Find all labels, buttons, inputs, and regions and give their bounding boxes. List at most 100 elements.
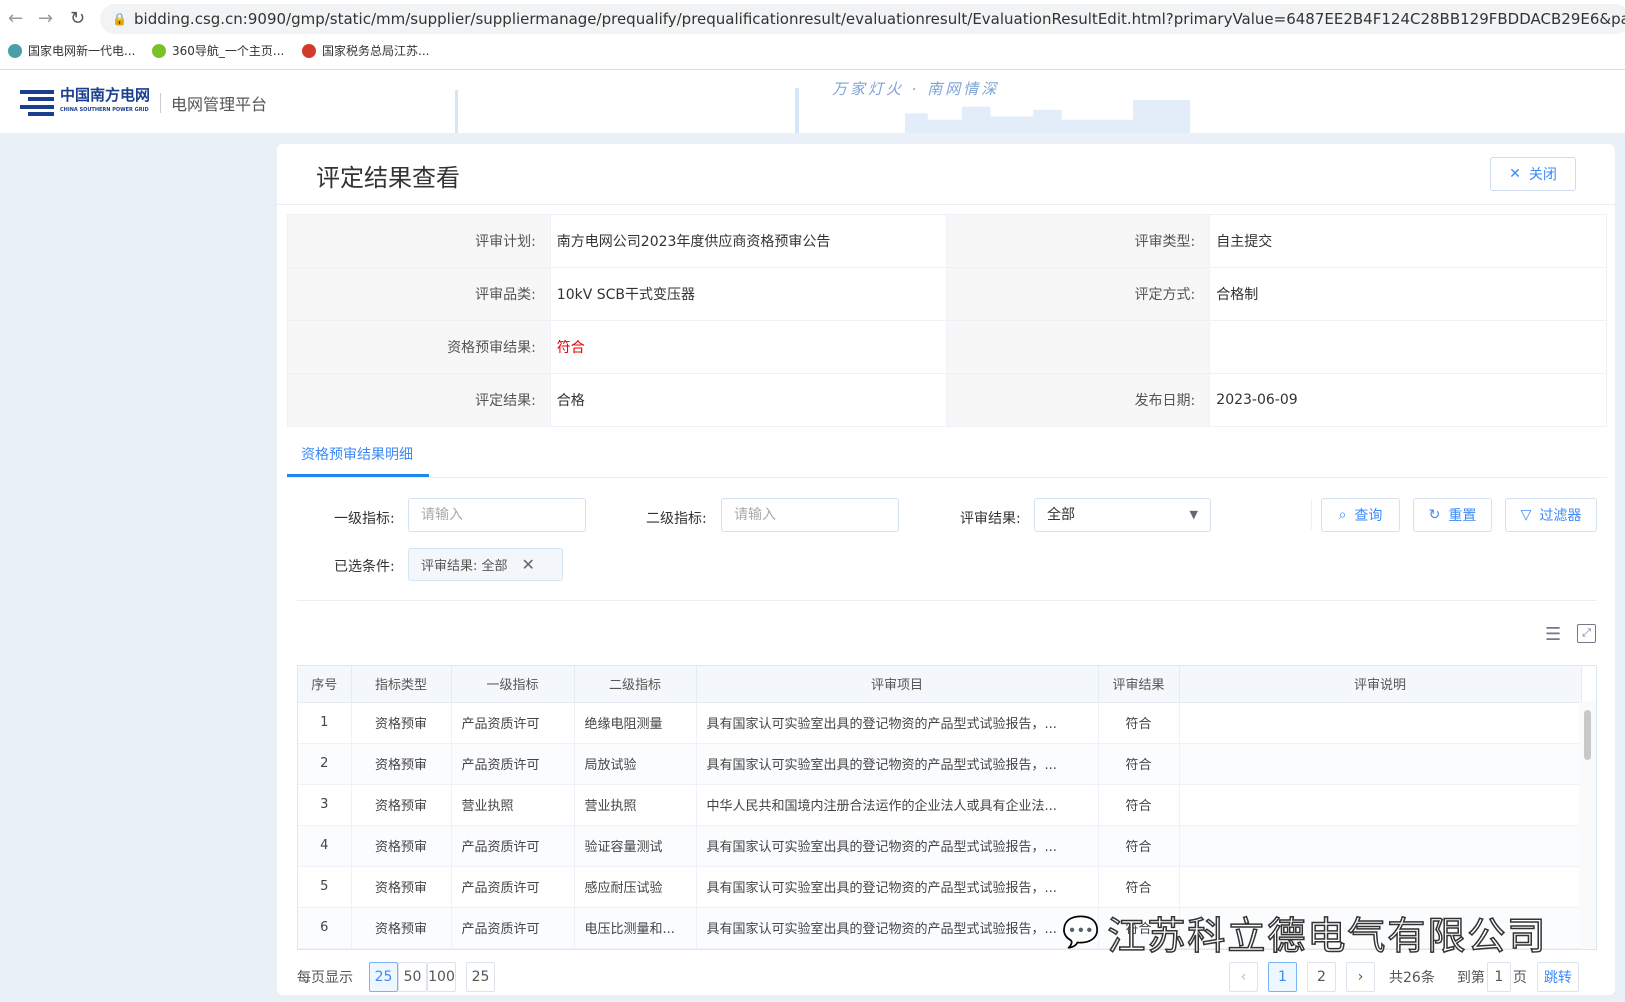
label: 评定结果: bbox=[288, 374, 551, 427]
slogan: 万家灯火 · 南网情深 bbox=[832, 78, 999, 99]
table-cell: 具有国家认可实验室出具的登记物资的产品型式试验报告，... bbox=[696, 866, 1098, 907]
table-row[interactable]: 4资格预审产品资质许可验证容量测试具有国家认可实验室出具的登记物资的产品型式试验… bbox=[298, 825, 1581, 866]
level2-input[interactable]: 请输入 bbox=[721, 498, 899, 532]
level2-label: 二级指标: bbox=[646, 508, 707, 528]
address-bar[interactable]: 🔒 bidding.csg.cn:9090/gmp/static/mm/suppl… bbox=[100, 4, 1625, 34]
table-cell: 营业执照 bbox=[574, 784, 696, 825]
table-cell: 营业执照 bbox=[451, 784, 574, 825]
refresh-icon: ↻ bbox=[1429, 507, 1441, 523]
emblem-icon bbox=[302, 44, 316, 58]
table-cell: 具有国家认可实验室出具的登记物资的产品型式试验报告，... bbox=[696, 907, 1098, 948]
page-unit: 页 bbox=[1513, 967, 1527, 987]
tab-prequal-detail[interactable]: 资格预审结果明细 bbox=[287, 440, 429, 477]
page-size-100[interactable]: 100 bbox=[427, 962, 456, 992]
col-header[interactable]: 二级指标 bbox=[574, 666, 696, 702]
table-cell: 电压比测量和... bbox=[574, 907, 696, 948]
col-header[interactable]: 指标类型 bbox=[351, 666, 451, 702]
table-cell bbox=[1179, 784, 1581, 825]
info-table: 评审计划:南方电网公司2023年度供应商资格预审公告评审类型:自主提交 评审品类… bbox=[287, 214, 1607, 427]
csg-logo-icon bbox=[20, 90, 54, 116]
col-header[interactable]: 评审结果 bbox=[1098, 666, 1179, 702]
page-2-button[interactable]: 2 bbox=[1307, 962, 1336, 992]
table-row[interactable]: 1资格预审产品资质许可绝缘电阻测量具有国家认可实验室出具的登记物资的产品型式试验… bbox=[298, 702, 1581, 743]
result-select[interactable]: 全部▼ bbox=[1034, 498, 1211, 532]
value bbox=[1210, 321, 1607, 374]
table-cell: 资格预审 bbox=[351, 866, 451, 907]
bookmark-3[interactable]: 国家税务总局江苏... bbox=[302, 42, 429, 59]
table-cell: 中华人民共和国境内注册合法运作的企业法人或具有企业法... bbox=[696, 784, 1098, 825]
label: 评定方式: bbox=[947, 268, 1210, 321]
query-label: 查询 bbox=[1354, 505, 1382, 525]
column-settings-icon[interactable]: ☰ bbox=[1545, 624, 1561, 645]
level1-label: 一级指标: bbox=[334, 508, 395, 528]
label: 评审类型: bbox=[947, 215, 1210, 268]
close-button[interactable]: ✕关闭 bbox=[1490, 157, 1576, 191]
forward-icon[interactable]: → bbox=[38, 8, 53, 29]
info-row: 评审品类:10kV SCB干式变压器评定方式:合格制 bbox=[288, 268, 1607, 321]
table-row[interactable]: 5资格预审产品资质许可感应耐压试验具有国家认可实验室出具的登记物资的产品型式试验… bbox=[298, 866, 1581, 907]
reset-button[interactable]: ↻重置 bbox=[1413, 498, 1492, 532]
value: 合格 bbox=[550, 374, 947, 427]
bookmark-2[interactable]: 360导航_一个主页... bbox=[152, 42, 284, 59]
value: 自主提交 bbox=[1210, 215, 1607, 268]
bookmark-label: 国家电网新一代电... bbox=[28, 42, 135, 59]
prev-page-button[interactable]: ‹ bbox=[1229, 962, 1258, 992]
table-cell: 具有国家认可实验室出具的登记物资的产品型式试验报告，... bbox=[696, 743, 1098, 784]
goto-input[interactable]: 1 bbox=[1487, 962, 1511, 992]
info-row: 评定结果:合格发布日期:2023-06-09 bbox=[288, 374, 1607, 427]
bookmark-label: 国家税务总局江苏... bbox=[322, 42, 429, 59]
table-cell: 验证容量测试 bbox=[574, 825, 696, 866]
level1-input[interactable]: 请输入 bbox=[408, 498, 586, 532]
next-page-button[interactable]: › bbox=[1346, 962, 1375, 992]
close-icon[interactable]: ✕ bbox=[522, 555, 535, 574]
label bbox=[947, 321, 1210, 374]
table-cell: 符合 bbox=[1098, 784, 1179, 825]
vertical-scrollbar[interactable] bbox=[1579, 702, 1596, 950]
globe-icon bbox=[8, 44, 22, 58]
result-select-value: 全部 bbox=[1047, 507, 1075, 523]
table-cell: 绝缘电阻测量 bbox=[574, 702, 696, 743]
jump-button[interactable]: 跳转 bbox=[1537, 962, 1579, 992]
url-text: bidding.csg.cn:9090/gmp/static/mm/suppli… bbox=[134, 10, 1625, 28]
query-button[interactable]: ⌕查询 bbox=[1321, 498, 1400, 532]
back-icon[interactable]: ← bbox=[8, 8, 23, 29]
wechat-icon: 💬 bbox=[1062, 915, 1101, 950]
table-header-row: 序号指标类型一级指标二级指标评审项目评审结果评审说明 bbox=[298, 666, 1581, 702]
table-cell: 产品资质许可 bbox=[451, 825, 574, 866]
table-cell: 资格预审 bbox=[351, 702, 451, 743]
reload-icon[interactable]: ↻ bbox=[70, 8, 85, 29]
page-size-input[interactable]: 25 bbox=[466, 962, 495, 992]
lock-icon: 🔒 bbox=[112, 4, 127, 34]
fullscreen-icon[interactable]: ⤢ bbox=[1577, 624, 1596, 643]
table-row[interactable]: 3资格预审营业执照营业执照中华人民共和国境内注册合法运作的企业法人或具有企业法.… bbox=[298, 784, 1581, 825]
selected-condition-tag: 评审结果: 全部✕ bbox=[408, 548, 563, 581]
info-row: 评审计划:南方电网公司2023年度供应商资格预审公告评审类型:自主提交 bbox=[288, 215, 1607, 268]
col-header[interactable]: 序号 bbox=[298, 666, 351, 702]
value: 南方电网公司2023年度供应商资格预审公告 bbox=[550, 215, 947, 268]
label: 评审计划: bbox=[288, 215, 551, 268]
table-cell: 1 bbox=[298, 702, 351, 743]
table-cell: 产品资质许可 bbox=[451, 702, 574, 743]
platform-name: 电网管理平台 bbox=[171, 91, 267, 115]
col-header[interactable]: 评审说明 bbox=[1179, 666, 1581, 702]
label: 评审品类: bbox=[288, 268, 551, 321]
col-header[interactable]: 评审项目 bbox=[696, 666, 1098, 702]
info-row: 资格预审结果:符合 bbox=[288, 321, 1607, 374]
table-cell: 资格预审 bbox=[351, 907, 451, 948]
table-cell: 产品资质许可 bbox=[451, 743, 574, 784]
page-size-25[interactable]: 25 bbox=[369, 962, 398, 992]
pagination: ‹ 1 2 › 共26条 到第 1 页 跳转 bbox=[1229, 962, 1579, 992]
page-size-50[interactable]: 50 bbox=[398, 962, 427, 992]
logo: 中国南方电网CHINA SOUTHERN POWER GRID 电网管理平台 bbox=[20, 88, 267, 118]
table-cell: 符合 bbox=[1098, 743, 1179, 784]
col-header[interactable]: 一级指标 bbox=[451, 666, 574, 702]
table-cell: 具有国家认可实验室出具的登记物资的产品型式试验报告，... bbox=[696, 825, 1098, 866]
table-cell bbox=[1179, 743, 1581, 784]
table-row[interactable]: 2资格预审产品资质许可局放试验具有国家认可实验室出具的登记物资的产品型式试验报告… bbox=[298, 743, 1581, 784]
page-1-button[interactable]: 1 bbox=[1268, 962, 1297, 992]
360-icon bbox=[152, 44, 166, 58]
bookmark-1[interactable]: 国家电网新一代电... bbox=[8, 42, 135, 59]
filter-button[interactable]: ▽过滤器 bbox=[1505, 498, 1597, 532]
table-cell: 符合 bbox=[1098, 866, 1179, 907]
pylon-decor bbox=[795, 88, 799, 133]
